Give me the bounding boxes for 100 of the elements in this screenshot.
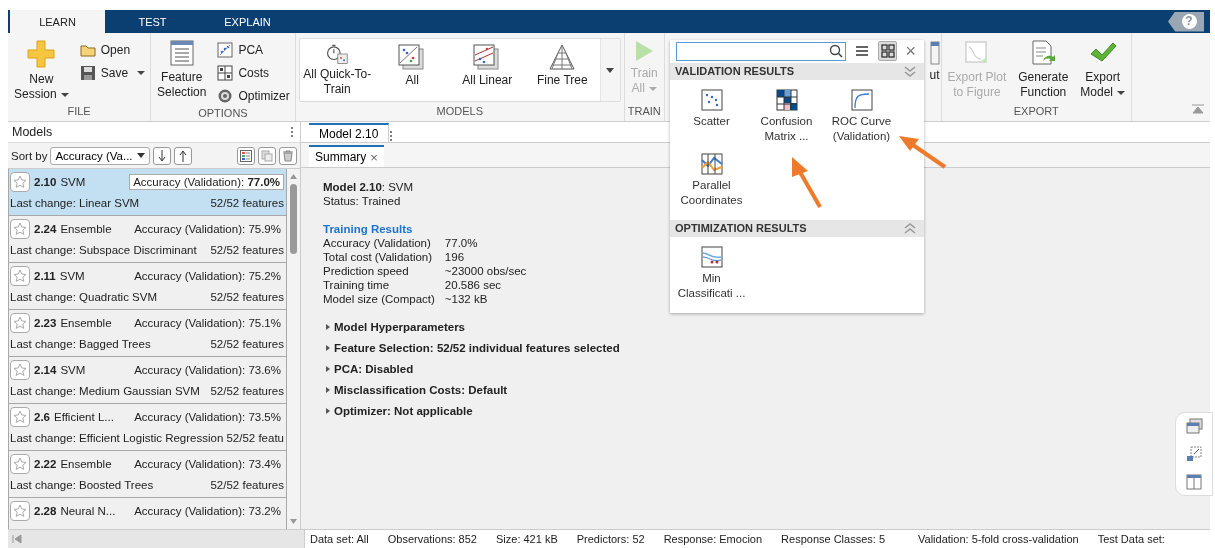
plot-gallery-item[interactable]: Confusion Matrix ...	[749, 85, 824, 150]
star-icon	[13, 269, 27, 283]
collapsible-heading[interactable]: PCA: Disabled	[334, 362, 414, 376]
feature-count: 52/52 features	[210, 244, 284, 256]
model-list-item[interactable]: 2.11 SVM Accuracy (Validation): 75.2% Last change: Quadratic SVM 52/52 features	[8, 263, 287, 310]
layout-button[interactable]	[237, 146, 255, 165]
list-icon	[854, 45, 869, 58]
toolbar-button[interactable]: Feature Selection	[154, 37, 210, 102]
first-page-icon[interactable]	[12, 534, 22, 544]
section-header[interactable]: OPTIMIZATION RESULTS	[670, 219, 924, 237]
expander-icon[interactable]	[326, 366, 330, 372]
plot-gallery-item[interactable]: ROC Curve (Validation)	[824, 85, 899, 150]
section-header[interactable]: VALIDATION RESULTS	[670, 62, 924, 80]
model-list-item[interactable]: 2.10 SVM Accuracy (Validation): 77.0% Last change: Linear SVM 52/52 features	[8, 169, 287, 216]
favorite-star-button[interactable]	[10, 501, 30, 521]
panel-icon	[929, 39, 940, 65]
grid-view-button[interactable]	[877, 41, 898, 62]
toolbar-button[interactable]: ut	[929, 37, 941, 85]
collapse-icon[interactable]	[1192, 104, 1204, 114]
model-list-item[interactable]: 2.22 Ensemble Accuracy (Validation): 73.4% Last change: Boosted Trees 52/52 features	[8, 451, 287, 498]
scatter-plot-icon	[699, 87, 724, 112]
model-list-item[interactable]: 2.14 SVM Accuracy (Validation): 73.6% Last change: Medium Gaussian SVM 52/52 features	[8, 357, 287, 404]
scrollbar[interactable]	[287, 169, 300, 529]
section-label: FILE	[66, 104, 92, 119]
windows-icon[interactable]	[1185, 417, 1203, 435]
star-icon	[13, 316, 27, 330]
collapse-icon[interactable]	[904, 222, 916, 234]
sort-dropdown[interactable]: Accuracy (Va...	[50, 146, 151, 165]
toolbar-button[interactable]: Open	[77, 40, 148, 60]
split-layout-icon[interactable]	[1185, 473, 1203, 491]
scrollbar-thumb[interactable]	[290, 184, 297, 254]
expander-icon[interactable]	[326, 345, 330, 351]
status-text: Data set: All	[310, 533, 369, 545]
section-label: MODELS	[435, 104, 484, 119]
document-tab[interactable]: Model 2.10	[309, 123, 390, 142]
gallery-item[interactable]: All	[374, 39, 450, 101]
ribbon-tab[interactable]: LEARN	[10, 10, 105, 33]
pointer-arrow	[792, 157, 822, 208]
toolbar-button[interactable]: New Session	[11, 37, 72, 104]
toolbar-button[interactable]: Costs	[215, 63, 292, 83]
favorite-star-button[interactable]	[10, 360, 30, 380]
status-text: Predictors: 52	[576, 533, 645, 545]
plot-gallery-item[interactable]: Min Classificati ...	[674, 243, 749, 307]
expander-icon[interactable]	[326, 324, 330, 330]
toolbar-button[interactable]: Export Model	[1077, 37, 1128, 102]
pointer-arrow	[899, 136, 947, 169]
plot-gallery-item[interactable]: Scatter	[674, 85, 749, 150]
toolbar-button[interactable]: Optimizer	[215, 86, 292, 106]
gallery-item[interactable]: Fine Tree	[524, 39, 600, 101]
section-label: EXPORT	[1012, 104, 1060, 119]
gallery-item[interactable]: All Linear	[449, 39, 525, 101]
model-list-item[interactable]: 2.28 Neural N... Accuracy (Validation): 73.2%	[8, 498, 287, 529]
toolbar-button[interactable]: PCA	[215, 40, 292, 60]
more-options-icon[interactable]	[389, 130, 394, 142]
favorite-star-button[interactable]	[10, 172, 30, 192]
favorite-star-button[interactable]	[10, 454, 30, 474]
collapsible-heading[interactable]: Model Hyperparameters	[334, 320, 466, 334]
model-list-item[interactable]: 2.23 Ensemble Accuracy (Validation): 75.1% Last change: Bagged Trees 52/52 features	[8, 310, 287, 357]
more-options-icon[interactable]	[290, 126, 294, 138]
sort-descending-button[interactable]	[153, 146, 172, 165]
close-icon[interactable]: ×	[370, 149, 378, 165]
panel-title: Models	[12, 125, 53, 139]
model-metric: Accuracy (Validation): 73.6%	[133, 363, 282, 377]
scroll-up-icon[interactable]	[289, 172, 298, 180]
metric-label: Accuracy (Validation)	[323, 236, 432, 250]
model-metric: Accuracy (Validation): 73.5%	[133, 410, 282, 424]
undock-icon[interactable]	[1185, 445, 1203, 463]
star-icon	[13, 410, 27, 424]
last-change-text: Last change: Bagged Trees	[10, 338, 151, 350]
model-list-item[interactable]: 2.6 Efficient L... Accuracy (Validation): 73.5% Last change: Efficient Logistic Regression 52/52 featu	[8, 404, 287, 451]
favorite-star-button[interactable]	[10, 219, 30, 239]
trash-icon	[282, 149, 294, 162]
favorite-star-button[interactable]	[10, 407, 30, 427]
ribbon-tab[interactable]: TEST	[105, 10, 200, 33]
model-type: SVM	[60, 176, 86, 188]
duplicate-button[interactable]	[258, 146, 276, 165]
sort-ascending-button[interactable]	[174, 146, 193, 165]
collapse-icon[interactable]	[904, 65, 916, 77]
expander-icon[interactable]	[326, 408, 330, 414]
delete-button[interactable]	[279, 146, 297, 165]
collapsible-heading[interactable]: Misclassification Costs: Default	[334, 383, 508, 397]
collapsible-heading[interactable]: Optimizer: Not applicable	[334, 404, 473, 418]
favorite-star-button[interactable]	[10, 313, 30, 333]
gallery-item[interactable]: All Quick-To- Train	[299, 39, 375, 101]
plot-gallery-item[interactable]: Parallel Coordinates	[674, 149, 749, 214]
favorite-star-button[interactable]	[10, 266, 30, 286]
arrow-down-icon	[158, 149, 167, 162]
summary-tab[interactable]: Summary ×	[309, 145, 384, 167]
plus-icon	[26, 39, 57, 69]
expander-icon[interactable]	[326, 387, 330, 393]
scroll-down-icon[interactable]	[289, 518, 298, 526]
search-field[interactable]	[676, 41, 846, 61]
feature-count: 52/52 features	[210, 338, 284, 350]
star-icon	[13, 222, 27, 236]
collapsible-heading[interactable]: Feature Selection: 52/52 individual features selected	[334, 341, 620, 355]
toolbar-button[interactable]: Generate Function	[1015, 37, 1072, 102]
ribbon-tab[interactable]: EXPLAIN	[200, 10, 295, 33]
close-button[interactable]: ×	[903, 40, 918, 62]
model-list-item[interactable]: 2.24 Ensemble Accuracy (Validation): 75.9% Last change: Subspace Discriminant 52/52 features	[8, 216, 287, 263]
toolbar-button[interactable]: Save	[77, 63, 148, 83]
